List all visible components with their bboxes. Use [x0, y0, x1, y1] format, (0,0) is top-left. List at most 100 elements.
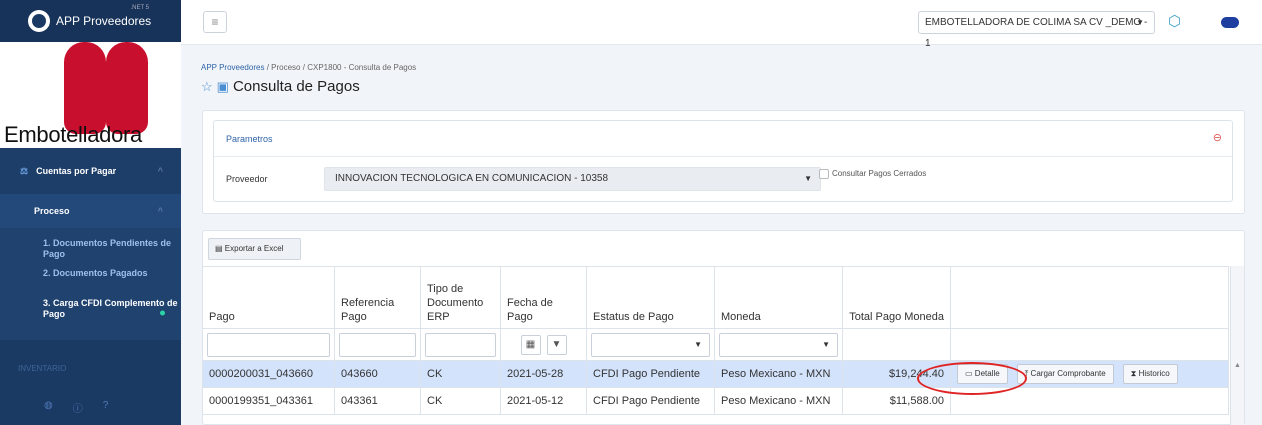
star-icon[interactable]: ☆ — [201, 79, 213, 95]
filter-icon[interactable]: ▼ — [546, 334, 567, 355]
col-header-actions — [950, 266, 1229, 329]
table-row[interactable]: 0000199351_043361 043361 CK 2021-05-12 C… — [202, 387, 1229, 415]
historico-label: Historico — [1138, 369, 1170, 378]
hamburger-icon: ≡ — [211, 15, 219, 29]
sidebar-item-label: Cuentas por Pagar — [36, 166, 117, 176]
table-header-row: Pago Referencia Pago Tipo de Documento E… — [202, 266, 1229, 329]
cell-pago: 0000199351_043361 — [202, 387, 335, 415]
hourglass-icon: ⧗ — [1130, 369, 1137, 378]
bottle-right-graphic — [106, 42, 148, 134]
breadcrumb-separator: / — [302, 63, 305, 72]
money-icon: ⚖ — [20, 165, 29, 176]
brand-name: Embotelladora — [4, 122, 142, 147]
proveedor-label: Proveedor — [226, 174, 268, 184]
collapse-icon[interactable]: ⊖ — [1213, 131, 1222, 144]
sidebar-subitem-carga-cfdi[interactable]: 3. Carga CFDI Complemento de Pago — [0, 298, 181, 328]
sidebar-subitem-pagados[interactable]: 2. Documentos Pagados — [0, 268, 181, 298]
calendar-icon[interactable]: ▦ — [520, 334, 541, 355]
company-select-value: EMBOTELLADORA DE COLIMA SA CV _DEMO - 1 — [925, 17, 1148, 49]
caret-down-icon: ▼ — [804, 174, 812, 183]
filter-referencia-input[interactable] — [339, 332, 416, 357]
col-header-referencia[interactable]: Referencia Pago — [334, 266, 421, 329]
highlight-annotation — [917, 362, 1027, 395]
sidebar-footer: ◍ ⓘ ? — [44, 400, 108, 415]
chevron-up-icon: ^ — [157, 206, 163, 216]
app-logo-icon — [28, 10, 50, 32]
page-title-row: ☆ ▣ Consulta de Pagos — [201, 78, 360, 95]
cell-fecha: 2021-05-28 — [500, 360, 587, 388]
breadcrumb-level2[interactable]: Proceso — [271, 63, 300, 72]
filter-pago-input[interactable] — [207, 332, 330, 357]
pagos-cerrados-checkbox[interactable] — [819, 169, 829, 179]
cargar-label: Cargar Comprobante — [1030, 369, 1106, 378]
sidebar-item-label: Proceso — [34, 206, 70, 216]
filter-moneda-select[interactable]: ▼ — [719, 332, 838, 357]
company-select[interactable]: EMBOTELLADORA DE COLIMA SA CV _DEMO - 1 … — [918, 11, 1155, 49]
cell-estatus: CFDI Pago Pendiente — [586, 387, 715, 415]
cell-moneda: Peso Mexicano - MXN — [714, 387, 843, 415]
table-scrollbar[interactable]: ▲ — [1230, 266, 1244, 425]
topbar: ≡ EMBOTELLADORA DE COLIMA SA CV _DEMO - … — [181, 0, 1262, 49]
cell-fecha: 2021-05-12 — [500, 387, 587, 415]
app-title: APP Proveedores — [56, 14, 152, 28]
col-header-estatus[interactable]: Estatus de Pago — [586, 266, 715, 329]
menu-toggle-button[interactable]: ≡ — [203, 11, 227, 33]
app-version: .NET 5 — [130, 5, 149, 11]
excel-icon: ▤ — [215, 244, 223, 253]
filter-tipo-input[interactable] — [425, 332, 496, 357]
info-icon[interactable]: ⓘ — [73, 400, 83, 415]
cell-total: $11,588.00 — [842, 387, 951, 415]
help-icon[interactable]: ? — [103, 400, 109, 415]
pagos-table: Pago Referencia Pago Tipo de Documento E… — [202, 266, 1229, 415]
sidebar-subitem-label: 3. Carga CFDI Complemento de Pago — [43, 298, 178, 319]
scroll-up-icon[interactable]: ▲ — [1234, 362, 1241, 369]
breadcrumb-current: CXP1800 - Consulta de Pagos — [307, 63, 417, 72]
caret-down-icon: ▼ — [1136, 18, 1144, 27]
proveedor-select[interactable]: INNOVACION TECNOLOGICA EN COMUNICACION -… — [324, 167, 821, 191]
export-excel-label: Exportar a Excel — [224, 244, 284, 253]
bottle-left-graphic — [64, 42, 106, 134]
params-title: Parametros — [226, 134, 273, 144]
sidebar-header: APP Proveedores .NET 5 — [0, 0, 181, 42]
brand-logo: Embotelladora — [0, 42, 181, 148]
pagos-cerrados-label: Consultar Pagos Cerrados — [832, 169, 927, 178]
cell-tipo: CK — [420, 360, 501, 388]
params-panel: Parametros ⊖ Proveedor INNOVACION TECNOL… — [213, 120, 1233, 202]
export-excel-button[interactable]: ▤ Exportar a Excel — [208, 238, 301, 260]
chevron-up-icon: ^ — [157, 166, 163, 176]
sidebar-subitem-pendientes[interactable]: 1. Documentos Pendientes de Pago — [0, 238, 181, 268]
filter-row: ▦ ▼ ▼ ▼ — [202, 328, 1229, 361]
proveedor-select-value: INNOVACION TECNOLOGICA EN COMUNICACION -… — [335, 173, 609, 184]
col-header-pago[interactable]: Pago — [202, 266, 335, 329]
col-header-total[interactable]: Total Pago Moneda — [842, 266, 951, 329]
cell-referencia: 043660 — [334, 360, 421, 388]
sidebar: APP Proveedores .NET 5 Embotelladora ⚖ C… — [0, 0, 181, 425]
globe-icon[interactable]: ◍ — [44, 400, 53, 415]
col-header-tipo[interactable]: Tipo de Documento ERP — [420, 266, 501, 329]
sidebar-item-proceso[interactable]: Proceso ^ — [0, 194, 181, 228]
cell-moneda: Peso Mexicano - MXN — [714, 360, 843, 388]
breadcrumb: APP Proveedores / Proceso / CXP1800 - Co… — [201, 63, 416, 72]
page-title: Consulta de Pagos — [232, 78, 360, 95]
filter-estatus-select[interactable]: ▼ — [591, 332, 710, 357]
col-header-moneda[interactable]: Moneda — [714, 266, 843, 329]
cube-icon[interactable]: ⬡ — [1168, 12, 1181, 30]
sidebar-item-cuentas-por-pagar[interactable]: ⚖ Cuentas por Pagar ^ — [0, 148, 181, 194]
historico-button[interactable]: ⧗ Historico — [1122, 364, 1178, 384]
cell-referencia: 043361 — [334, 387, 421, 415]
company-logo-icon — [1221, 17, 1239, 28]
caret-down-icon: ▼ — [694, 339, 702, 349]
cargar-comprobante-button[interactable]: ⤒ Cargar Comprobante — [1016, 364, 1114, 384]
cell-pago: 0000200031_043660 — [202, 360, 335, 388]
active-dot-icon — [160, 310, 165, 316]
col-header-fecha[interactable]: Fecha de Pago — [500, 266, 587, 329]
breadcrumb-separator: / — [266, 63, 269, 72]
divider — [214, 156, 1232, 157]
breadcrumb-root-link[interactable]: APP Proveedores — [201, 63, 264, 72]
caret-down-icon: ▼ — [822, 339, 830, 349]
cell-tipo: CK — [420, 387, 501, 415]
sidebar-section-inventario[interactable]: INVENTARIO — [18, 364, 66, 373]
money-icon: ▣ — [216, 78, 229, 94]
table-row[interactable]: 0000200031_043660 043660 CK 2021-05-28 C… — [202, 360, 1229, 388]
cell-estatus: CFDI Pago Pendiente — [586, 360, 715, 388]
